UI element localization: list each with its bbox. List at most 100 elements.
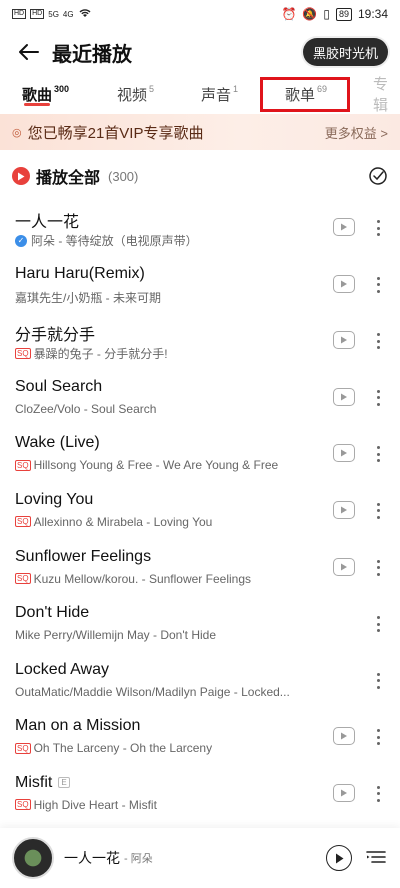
- sq-quality-badge: SQ: [15, 516, 31, 528]
- song-row[interactable]: 一人一花 ✓ 阿朵 - 等待绽放（电视原声带）: [0, 200, 400, 257]
- playlist-tab-highlight-box: [260, 77, 350, 112]
- more-options-icon[interactable]: [374, 387, 382, 409]
- play-video-icon[interactable]: [333, 783, 355, 802]
- sq-quality-badge: SQ: [15, 799, 31, 811]
- song-artist-album: High Dive Heart - Misfit: [33, 797, 157, 812]
- vip-icon: ◎: [12, 126, 22, 139]
- song-artist-album: OutaMatic/Maddie Wilson/Madilyn Paige - …: [15, 684, 290, 699]
- clock: 19:34: [357, 7, 388, 21]
- song-row[interactable]: Locked Away OutaMatic/Maddie Wilson/Madi…: [0, 653, 400, 710]
- song-row[interactable]: Wake (Live) SQ Hillsong Young & Free - We…: [0, 426, 400, 483]
- vinyl-time-machine-button[interactable]: 黑胶时光机: [302, 38, 388, 66]
- song-title-text: Misfit: [15, 773, 53, 791]
- vibrate-icon: ▯: [323, 7, 330, 21]
- song-title: Don't Hide: [15, 604, 90, 622]
- signal-5g: 5G: [48, 9, 59, 19]
- song-subtitle: SQ Oh The Larceny - Oh the Larceny: [15, 741, 212, 755]
- more-options-icon[interactable]: [374, 726, 382, 748]
- tab-label: 专辑: [373, 76, 389, 114]
- song-list: 一人一花 ✓ 阿朵 - 等待绽放（电视原声带） Haru Haru(Remix) …: [0, 200, 400, 823]
- more-options-icon[interactable]: [374, 443, 382, 465]
- song-row[interactable]: Loving You SQ Allexinno & Mirabela - Lovi…: [0, 483, 400, 540]
- song-artist-album: 嘉琪先生/小奶瓶 - 未来可期: [15, 290, 161, 305]
- song-subtitle: SQ Allexinno & Mirabela - Loving You: [15, 515, 212, 529]
- song-row[interactable]: Haru Haru(Remix) 嘉琪先生/小奶瓶 - 未来可期: [0, 257, 400, 314]
- song-row[interactable]: Sunflower Feelings SQ Kuzu Mellow/korou. …: [0, 540, 400, 597]
- vip-banner[interactable]: ◎ 您已畅享21首VIP专享歌曲 更多权益 >: [0, 114, 400, 150]
- song-subtitle: OutaMatic/Maddie Wilson/Madilyn Paige - …: [15, 685, 290, 699]
- song-subtitle: CloZee/Volo - Soul Search: [15, 402, 156, 416]
- status-bar: HD HD 5G 4G ⏰ 🔕 ▯ 89 19:34: [0, 0, 400, 28]
- multi-select-icon[interactable]: [368, 166, 388, 186]
- tab-songs[interactable]: 歌曲 300: [22, 76, 69, 112]
- mini-player[interactable]: 一人一花 - 阿朵: [0, 828, 400, 888]
- play-all-row[interactable]: 播放全部 (300): [0, 160, 400, 192]
- play-all-icon[interactable]: [12, 167, 30, 185]
- song-subtitle: SQ 暴躁的兔子 - 分手就分手!: [15, 345, 168, 362]
- play-video-icon[interactable]: [333, 444, 355, 463]
- song-title: 一人一花: [15, 214, 80, 231]
- song-artist-album: Mike Perry/Willemijn May - Don't Hide: [15, 628, 216, 643]
- more-benefits-link[interactable]: 更多权益 >: [325, 123, 388, 142]
- explicit-badge: E: [58, 777, 70, 789]
- playlist-queue-icon[interactable]: [366, 847, 386, 867]
- tab-albums[interactable]: 专辑: [373, 76, 400, 114]
- tab-count: 1: [233, 84, 239, 94]
- song-artist-album: Hillsong Young & Free - We Are Young & F…: [33, 458, 279, 473]
- play-video-icon[interactable]: [333, 274, 355, 293]
- play-video-icon[interactable]: [333, 727, 355, 746]
- song-title: Misfit E: [15, 774, 70, 792]
- song-title: Sunflower Feelings: [15, 547, 152, 565]
- song-row[interactable]: Soul Search CloZee/Volo - Soul Search: [0, 370, 400, 427]
- song-title: Haru Haru(Remix): [15, 264, 145, 282]
- active-tab-indicator: [24, 103, 50, 106]
- battery-indicator: 89: [335, 7, 352, 21]
- song-row[interactable]: Don't Hide Mike Perry/Willemijn May - Do…: [0, 596, 400, 653]
- play-pause-icon[interactable]: [326, 845, 352, 871]
- album-cover[interactable]: [12, 837, 54, 879]
- song-title: Wake (Live): [15, 434, 100, 452]
- song-row[interactable]: 分手就分手 SQ 暴躁的兔子 - 分手就分手!: [0, 313, 400, 370]
- hd-indicator-2: HD: [30, 9, 45, 19]
- more-options-icon[interactable]: [374, 613, 382, 635]
- more-options-icon[interactable]: [374, 670, 382, 692]
- song-subtitle: Mike Perry/Willemijn May - Don't Hide: [15, 628, 216, 642]
- status-right: ⏰ 🔕 ▯ 89 19:34: [281, 7, 388, 21]
- more-options-icon[interactable]: [374, 500, 382, 522]
- signal-4g: 4G: [62, 9, 74, 19]
- tab-label: 视频: [117, 86, 148, 104]
- song-title: Soul Search: [15, 377, 103, 395]
- play-video-icon[interactable]: [333, 557, 355, 576]
- hd-indicator: HD: [12, 9, 27, 19]
- play-video-icon[interactable]: [333, 387, 355, 406]
- back-icon[interactable]: [8, 32, 48, 72]
- song-subtitle: SQ Hillsong Young & Free - We Are Young &…: [15, 458, 278, 472]
- tab-count: 300: [54, 84, 70, 94]
- play-video-icon[interactable]: [333, 500, 355, 519]
- sq-quality-badge: SQ: [15, 348, 31, 360]
- sq-quality-badge: SQ: [15, 573, 31, 585]
- play-video-icon[interactable]: [333, 331, 355, 350]
- song-artist-album: Kuzu Mellow/korou. - Sunflower Feelings: [33, 571, 251, 586]
- more-options-icon[interactable]: [374, 783, 382, 805]
- more-options-icon[interactable]: [374, 217, 382, 239]
- now-playing-artist: - 阿朵: [124, 853, 153, 865]
- sq-quality-badge: SQ: [15, 459, 31, 471]
- tab-sounds[interactable]: 声音 1: [201, 76, 238, 112]
- more-options-icon[interactable]: [374, 557, 382, 579]
- tab-label: 歌曲: [22, 86, 53, 104]
- tab-videos[interactable]: 视频 5: [117, 76, 154, 112]
- more-options-icon[interactable]: [374, 330, 382, 352]
- play-video-icon[interactable]: [333, 218, 355, 236]
- play-all-label: 播放全部: [36, 170, 101, 187]
- song-artist-album: Allexinno & Mirabela - Loving You: [33, 514, 213, 529]
- song-artist-album: CloZee/Volo - Soul Search: [15, 401, 157, 416]
- page-title: 最近播放: [52, 43, 132, 66]
- song-subtitle: 嘉琪先生/小奶瓶 - 未来可期: [15, 289, 161, 306]
- header: 最近播放 黑胶时光机: [0, 32, 400, 72]
- song-row[interactable]: Misfit E SQ High Dive Heart - Misfit: [0, 766, 400, 823]
- verified-icon: ✓: [15, 234, 27, 247]
- more-options-icon[interactable]: [374, 274, 382, 296]
- play-all-count: (300): [108, 168, 139, 184]
- song-row[interactable]: Man on a Mission SQ Oh The Larceny - Oh t…: [0, 709, 400, 766]
